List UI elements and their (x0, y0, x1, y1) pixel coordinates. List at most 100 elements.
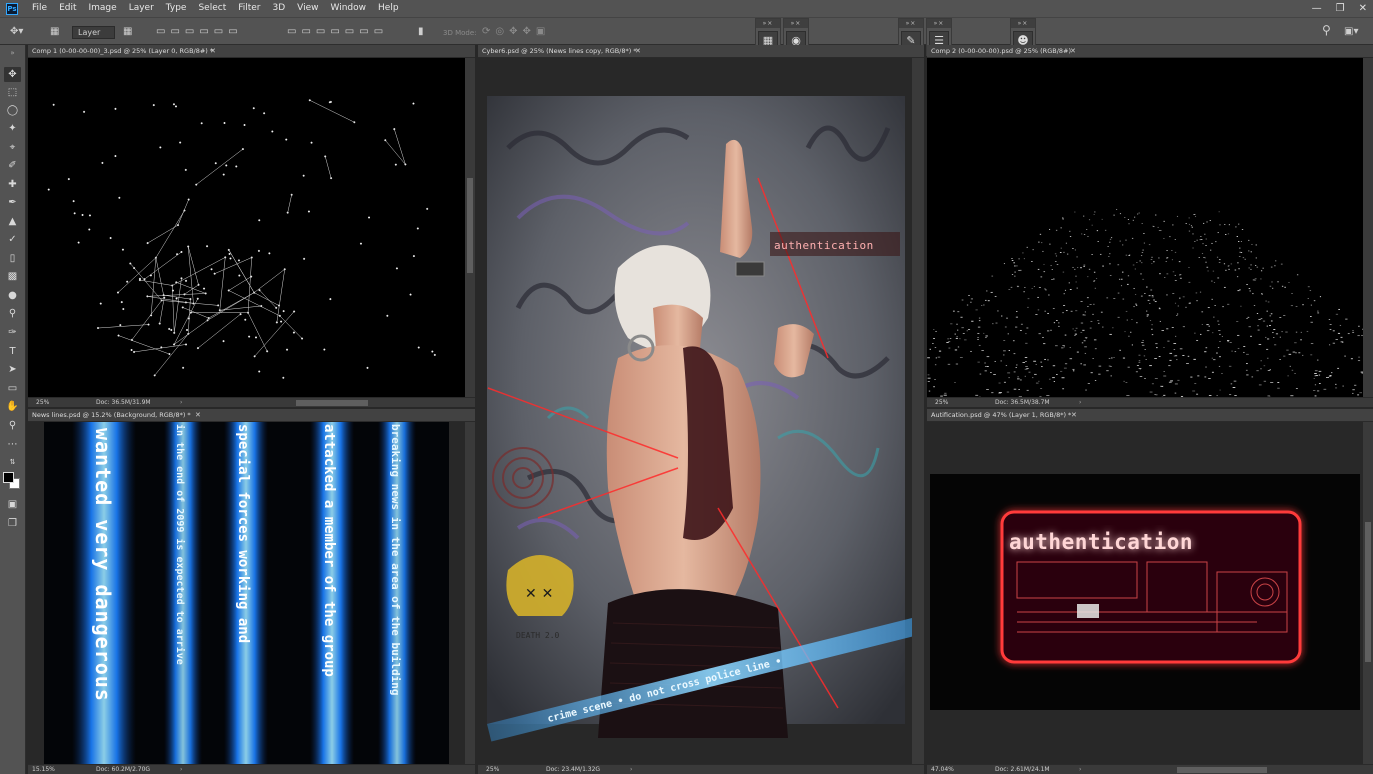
move-tool-icon[interactable]: ✥ (4, 67, 21, 82)
align-buttons[interactable]: ▭▭▭▭▭▭ (156, 24, 243, 40)
vertical-scrollbar[interactable] (1363, 422, 1373, 764)
document-canvas[interactable]: authentication (927, 422, 1363, 764)
horizontal-scrollbar[interactable] (1177, 767, 1267, 773)
crop-tool-icon[interactable]: ⌖ (4, 140, 21, 155)
vertical-scrollbar[interactable] (465, 58, 475, 397)
news-column-text: special forces working and (235, 424, 251, 643)
panel-collapse-icon[interactable]: »× (756, 19, 780, 28)
pen-tool-icon[interactable]: ✑ (4, 325, 21, 340)
document-canvas[interactable]: wanted very dangerous in the end of 2099… (28, 422, 465, 764)
doc-size: Doc: 2.61M/24.1M (995, 766, 1050, 773)
document-canvas[interactable]: ✕ ✕ DEATH 2.0 authentication crime scene… (478, 58, 912, 764)
eyedropper-tool-icon[interactable]: ✐ (4, 158, 21, 173)
gradient-tool-icon[interactable]: ▩ (4, 269, 21, 284)
doc-size: Doc: 36.5M/38.7M (995, 399, 1050, 406)
document-tab[interactable]: News lines.psd @ 15.2% (Background, RGB/… (28, 409, 475, 422)
zoom-level[interactable]: 25% (486, 765, 499, 774)
close-icon[interactable]: ✕ (1071, 409, 1077, 422)
eraser-tool-icon[interactable]: ▯ (4, 251, 21, 266)
neon-column: attacked a member of the group (310, 422, 354, 764)
doc-size: Doc: 36.5M/31.9M (96, 399, 151, 406)
photoshop-logo-icon[interactable]: Ps (6, 2, 18, 15)
toolbox-collapse-icon[interactable]: » (4, 46, 21, 61)
menu-3d[interactable]: 3D (267, 0, 292, 17)
menu-window[interactable]: Window (325, 0, 373, 17)
panel-collapse-icon[interactable]: »× (927, 19, 951, 28)
menu-filter[interactable]: Filter (232, 0, 266, 17)
zoom-level[interactable]: 25% (36, 398, 49, 408)
menu-type[interactable]: Type (160, 0, 193, 17)
healing-tool-icon[interactable]: ✚ (4, 177, 21, 192)
document-title: News lines.psd @ 15.2% (Background, RGB/… (32, 411, 191, 419)
status-menu-icon[interactable]: › (180, 765, 182, 774)
transform-controls-icon[interactable]: ▦ (123, 24, 132, 40)
status-menu-icon[interactable]: › (1079, 398, 1081, 408)
document-tab[interactable]: Comp 2 (0-00-00-00).psd @ 25% (RGB/8#) ✕ (927, 45, 1373, 58)
menu-image[interactable]: Image (83, 0, 123, 17)
auto-select-dropdown[interactable]: Layer (72, 26, 116, 39)
news-column-text: in the end of 2099 is expected to arrive (174, 424, 186, 665)
menu-bar: Ps File Edit Image Layer Type Select Fil… (0, 0, 1373, 17)
marquee-tool-icon[interactable]: ⬚ (4, 85, 21, 100)
document-tab[interactable]: Cyber6.psd @ 25% (News lines copy, RGB/8… (478, 45, 924, 58)
close-icon[interactable]: ✕ (210, 45, 216, 58)
distribute-buttons[interactable]: ▭▭▭▭▭▭▭ (287, 24, 388, 40)
close-icon[interactable]: ✕ (635, 45, 641, 58)
stamp-tool-icon[interactable]: ▲ (4, 214, 21, 229)
panel-collapse-icon[interactable]: »× (899, 19, 923, 28)
vertical-scrollbar[interactable] (1363, 58, 1373, 397)
document-window-news-lines: News lines.psd @ 15.2% (Background, RGB/… (28, 409, 475, 774)
document-tab[interactable]: Autification.psd @ 47% (Layer 1, RGB/8*)… (927, 409, 1373, 422)
document-tab[interactable]: Comp 1 (0-00-00-00)_3.psd @ 25% (Layer 0… (28, 45, 475, 58)
zoom-tool-icon[interactable]: ⚲ (4, 418, 21, 433)
auth-title-text: authentication (1009, 530, 1193, 554)
menu-file[interactable]: File (26, 0, 53, 17)
close-icon[interactable]: ✕ (1359, 3, 1367, 14)
more-tools-icon[interactable]: ⋯ (4, 437, 21, 452)
minimize-icon[interactable]: — (1312, 3, 1322, 14)
zoom-level[interactable]: 25% (935, 398, 948, 408)
lasso-tool-icon[interactable]: ◯ (4, 103, 21, 118)
status-menu-icon[interactable]: › (180, 398, 182, 408)
quick-select-tool-icon[interactable]: ✦ (4, 121, 21, 136)
restore-icon[interactable]: ❐ (1336, 3, 1345, 14)
path-select-tool-icon[interactable]: ➤ (4, 362, 21, 377)
menu-help[interactable]: Help (372, 0, 405, 17)
shape-tool-icon[interactable]: ▭ (4, 381, 21, 396)
close-icon[interactable]: ✕ (195, 409, 201, 422)
vertical-scrollbar[interactable] (465, 422, 475, 764)
workspace-icon[interactable]: ▣▾ (1344, 24, 1358, 40)
menu-layer[interactable]: Layer (123, 0, 160, 17)
vertical-scrollbar[interactable] (912, 58, 924, 764)
move-tool-icon[interactable]: ✥▾ (10, 24, 23, 40)
auto-select-icon[interactable]: ▦ (50, 24, 59, 40)
close-icon[interactable]: ✕ (1070, 45, 1076, 58)
blur-tool-icon[interactable]: ● (4, 288, 21, 303)
dodge-tool-icon[interactable]: ⚲ (4, 306, 21, 321)
type-tool-icon[interactable]: T (4, 344, 21, 359)
status-menu-icon[interactable]: › (630, 765, 632, 774)
quick-mask-icon[interactable]: ▣ (4, 497, 21, 512)
plexus-artwork (28, 58, 465, 397)
history-brush-tool-icon[interactable]: ✓ (4, 232, 21, 247)
3d-mode-buttons[interactable]: ⟳◎✥✥▣ (482, 24, 550, 40)
panel-collapse-icon[interactable]: »× (1011, 19, 1035, 28)
horizontal-scrollbar[interactable] (296, 400, 368, 406)
zoom-level[interactable]: 47.04% (931, 765, 954, 774)
window-controls: — ❐ ✕ (1312, 0, 1367, 17)
status-menu-icon[interactable]: › (1079, 765, 1081, 774)
swap-colors-icon[interactable]: ⇅ (4, 455, 21, 470)
search-icon[interactable]: ⚲ (1322, 22, 1331, 38)
auto-align-icon[interactable]: ▮ (418, 24, 424, 40)
panel-collapse-icon[interactable]: »× (784, 19, 808, 28)
hand-tool-icon[interactable]: ✋ (4, 399, 21, 414)
menu-view[interactable]: View (291, 0, 324, 17)
brush-tool-icon[interactable]: ✒ (4, 195, 21, 210)
menu-select[interactable]: Select (192, 0, 232, 17)
screen-mode-icon[interactable]: ❐ (4, 516, 21, 531)
menu-edit[interactable]: Edit (53, 0, 82, 17)
document-canvas[interactable] (28, 58, 465, 397)
document-canvas[interactable] (927, 58, 1363, 397)
foreground-color-swatch[interactable] (3, 472, 14, 483)
zoom-level[interactable]: 15.15% (32, 765, 55, 774)
